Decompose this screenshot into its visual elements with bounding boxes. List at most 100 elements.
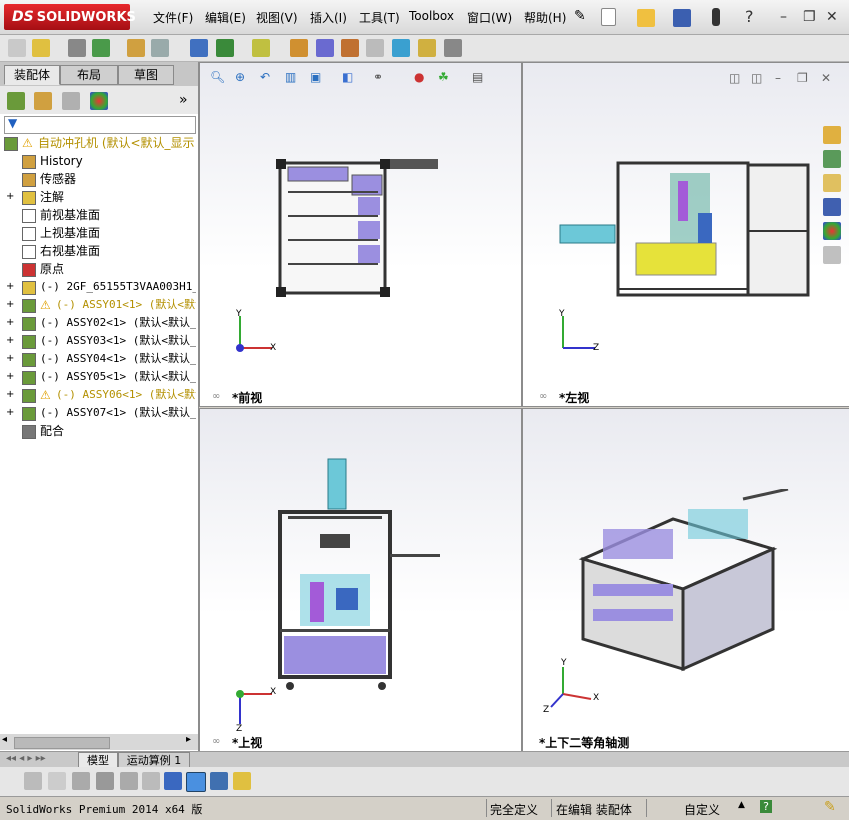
explode-line-icon[interactable] — [341, 39, 359, 57]
rebuild-tag-icon[interactable]: ✎ — [824, 799, 836, 815]
close-icon[interactable]: ✕ — [826, 9, 838, 25]
appearances-icon[interactable] — [823, 222, 841, 240]
menu-insert[interactable]: 插入(I) — [310, 9, 347, 26]
viewport-link-icon[interactable]: ∞ — [212, 391, 220, 402]
file-explorer-icon[interactable] — [823, 174, 841, 192]
home-icon[interactable] — [823, 126, 841, 144]
move-component-icon[interactable] — [127, 39, 145, 57]
viewport-link-icon[interactable]: ∞ — [539, 391, 547, 402]
open-folder-icon[interactable] — [637, 9, 655, 27]
expand-toggle[interactable]: + — [6, 368, 14, 386]
expand-toggle[interactable]: + — [6, 350, 14, 368]
tab-scroll-arrows[interactable]: ◂◂ ◂ ▸ ▸▸ — [6, 753, 46, 764]
expand-toggle[interactable]: + — [6, 296, 14, 314]
menu-toolbox[interactable]: Toolbox — [409, 9, 454, 23]
tree-item[interactable]: History — [0, 152, 196, 170]
restore-icon[interactable]: ❐ — [803, 9, 816, 25]
tree-item[interactable]: + (-) ASSY05<1> (默认<默认_ — [0, 368, 196, 386]
menu-help[interactable]: 帮助(H) — [524, 9, 566, 26]
tab-sketch[interactable]: 草图 — [118, 65, 174, 85]
instant3d-icon[interactable] — [444, 39, 462, 57]
rebuild-traffic-light-icon[interactable] — [712, 8, 720, 26]
viewport-isometric[interactable]: Y X Z *上下二等角轴测 — [522, 408, 849, 753]
property-manager-icon[interactable] — [34, 92, 52, 110]
tree-item[interactable]: 传感器 — [0, 170, 196, 188]
tab-assembly[interactable]: 装配体 — [4, 65, 60, 85]
tree-item[interactable]: + (-) ASSY07<1> (默认<默认_ — [0, 404, 196, 422]
single-view-icon[interactable] — [186, 772, 206, 792]
viewport-close-icon[interactable]: ✕ — [821, 71, 831, 85]
configuration-manager-icon[interactable] — [62, 92, 80, 110]
assembly-features-icon[interactable] — [190, 39, 208, 57]
tree-item[interactable]: ⚠ 自动冲孔机 (默认<默认_显示 — [0, 134, 196, 152]
view-palette-icon[interactable] — [823, 198, 841, 216]
menu-view[interactable]: 视图(V) — [256, 9, 298, 26]
viewport-tile-right-icon[interactable]: ◫ — [751, 71, 762, 85]
design-library-icon[interactable] — [823, 150, 841, 168]
featuremanager-tree-icon[interactable] — [7, 92, 25, 110]
mate-icon[interactable] — [68, 39, 86, 57]
section-view-icon[interactable]: ▥ — [285, 70, 296, 84]
previous-view-icon[interactable]: ↶ — [260, 70, 270, 84]
expand-panel-chevron[interactable]: » — [179, 92, 188, 108]
scroll-thumb[interactable] — [14, 737, 110, 749]
viewport-minimize-icon[interactable]: – — [775, 71, 781, 85]
tree-item[interactable]: + 注解 — [0, 188, 196, 206]
pin-icon[interactable]: ✎ — [574, 8, 586, 24]
status-help-icon[interactable]: ? — [760, 800, 772, 813]
expand-toggle[interactable]: + — [6, 332, 14, 350]
hole-alignment-icon[interactable] — [418, 39, 436, 57]
tab-layout[interactable]: 布局 — [60, 65, 118, 85]
tree-horizontal-scrollbar[interactable]: ◂ ▸ — [0, 734, 198, 750]
expand-toggle[interactable]: + — [6, 314, 14, 332]
viewport-restore-icon[interactable]: ❐ — [797, 71, 808, 85]
hidden-lines-icon[interactable] — [72, 772, 90, 790]
minimize-icon[interactable]: – — [780, 9, 787, 25]
viewport-tile-left-icon[interactable]: ◫ — [729, 71, 740, 85]
four-view-icon[interactable] — [233, 772, 251, 790]
solidworks-logo[interactable]: DS SOLIDWORKS — [4, 4, 136, 30]
shaded-icon[interactable] — [48, 772, 66, 790]
view-settings-icon[interactable]: ▤ — [472, 70, 483, 84]
filter-field[interactable] — [4, 116, 196, 134]
wireframe-icon[interactable] — [96, 772, 114, 790]
menu-edit[interactable]: 编辑(E) — [205, 9, 246, 26]
pattern-icon[interactable] — [92, 39, 110, 57]
tree-item[interactable]: + (-) 2GF_65155T3VAA003H1_1< — [0, 278, 196, 296]
zoom-area-icon[interactable]: ⊕ — [235, 70, 245, 84]
clearance-icon[interactable] — [392, 39, 410, 57]
display-manager-icon[interactable] — [90, 92, 108, 110]
show-hidden-icon[interactable] — [151, 39, 169, 57]
tree-item[interactable]: 配合 — [0, 422, 196, 440]
exploded-view-icon[interactable] — [316, 39, 334, 57]
tree-item[interactable]: + (-) ASSY04<1> (默认<默认_ — [0, 350, 196, 368]
tree-item[interactable]: + ⚠ (-) ASSY06<1> (默认<默认 — [0, 386, 196, 404]
axes-icon[interactable] — [164, 772, 182, 790]
expand-toggle[interactable]: + — [6, 188, 14, 206]
expand-toggle[interactable]: + — [6, 278, 14, 296]
display-style-icon[interactable]: ◧ — [342, 70, 353, 84]
save-icon[interactable] — [673, 9, 691, 27]
help-question-icon[interactable]: ? — [745, 7, 754, 26]
filter-icon[interactable]: ▼ — [8, 116, 17, 130]
tree-item[interactable]: + (-) ASSY03<1> (默认<默认_ — [0, 332, 196, 350]
tree-item[interactable]: + (-) ASSY02<1> (默认<默认_ — [0, 314, 196, 332]
bill-of-materials-icon[interactable] — [290, 39, 308, 57]
viewport-left[interactable]: ◫ ◫ – ❐ ✕ Y Z ∞ *左视 — [522, 62, 849, 407]
menu-window[interactable]: 窗口(W) — [467, 9, 512, 26]
new-motion-study-icon[interactable] — [252, 39, 270, 57]
shaded-edges-icon[interactable] — [24, 772, 42, 790]
tree-item[interactable]: 前视基准面 — [0, 206, 196, 224]
two-view-icon[interactable] — [210, 772, 228, 790]
viewport-link-icon[interactable]: ∞ — [212, 736, 220, 747]
insert-component-icon[interactable] — [32, 39, 50, 57]
apply-scene-icon[interactable]: ☘ — [438, 70, 449, 84]
reference-geometry-icon[interactable] — [216, 39, 234, 57]
component-icon[interactable] — [8, 39, 26, 57]
units-dropdown-icon[interactable]: ▲ — [738, 800, 745, 810]
zoom-to-fit-icon[interactable]: 🔍︎ — [210, 70, 225, 84]
interference-icon[interactable] — [366, 39, 384, 57]
new-document-icon[interactable] — [601, 8, 616, 26]
view-orientation-icon[interactable]: ▣ — [310, 70, 321, 84]
edit-appearance-icon[interactable]: ● — [414, 70, 424, 84]
